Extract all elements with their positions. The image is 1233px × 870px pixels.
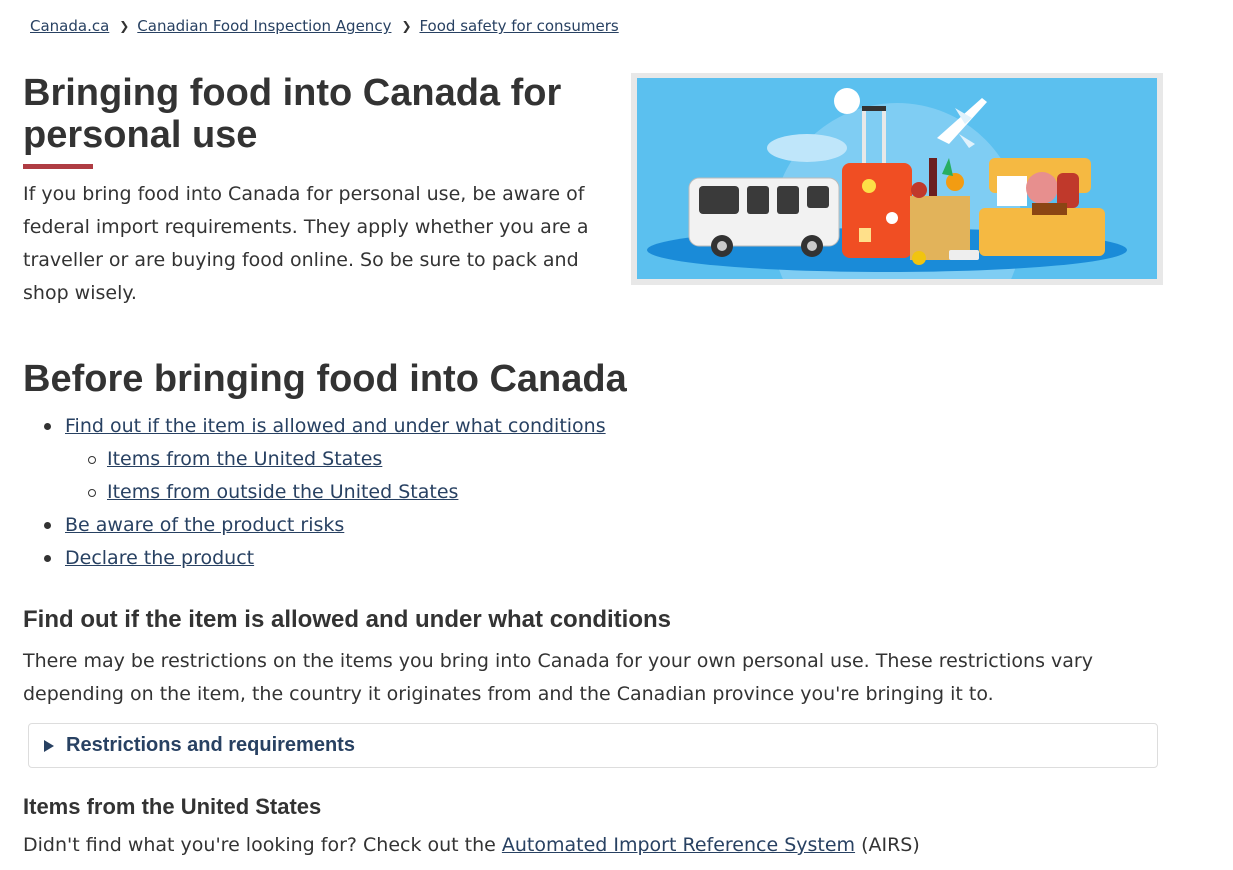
chevron-right-icon: ❯ (401, 19, 412, 33)
before-heading: Before bringing food into Canada (23, 358, 627, 400)
toc-link-outside-us[interactable]: Items from outside the United States (107, 481, 458, 503)
toc-item: Be aware of the product risks (23, 509, 606, 542)
airs-text-after: (AIRS) (855, 834, 920, 856)
airs-paragraph: Didn't find what you're looking for? Che… (23, 829, 920, 862)
toc-subitem: Items from the United States (23, 443, 606, 476)
circle-bullet-icon (88, 489, 96, 497)
travel-food-illustration (637, 78, 1157, 279)
airs-text-before: Didn't find what you're looking for? Che… (23, 834, 502, 856)
allowed-heading: Find out if the item is allowed and unde… (23, 606, 672, 633)
toc-link-declare[interactable]: Declare the product (65, 547, 254, 569)
bullet-icon (44, 555, 51, 562)
toc-link-allowed[interactable]: Find out if the item is allowed and unde… (65, 415, 606, 437)
allowed-paragraph: There may be restrictions on the items y… (23, 650, 1093, 705)
intro-paragraph: If you bring food into Canada for person… (23, 183, 589, 304)
breadcrumb-link-cfia[interactable]: Canadian Food Inspection Agency (137, 17, 391, 35)
triangle-right-icon (44, 739, 54, 752)
airs-link[interactable]: Automated Import Reference System (502, 834, 855, 856)
details-summary[interactable]: Restrictions and requirements (66, 734, 355, 757)
camper-van-icon (688, 177, 840, 257)
chevron-right-icon: ❯ (119, 19, 130, 33)
us-heading: Items from the United States (23, 794, 322, 819)
breadcrumb: Canada.ca ❯ Canadian Food Inspection Age… (30, 15, 619, 37)
bullet-icon (44, 522, 51, 529)
page-title: Bringing food into Canada for personal u… (23, 72, 562, 156)
toc-link-us[interactable]: Items from the United States (107, 448, 382, 470)
toc-subitem: Items from outside the United States (23, 476, 606, 509)
title-underline (23, 164, 93, 169)
hero-image (631, 73, 1163, 285)
breadcrumb-link-food-safety[interactable]: Food safety for consumers (419, 17, 618, 35)
restrictions-details-toggle[interactable]: Restrictions and requirements (28, 723, 1158, 768)
circle-bullet-icon (88, 456, 96, 464)
toc-item: Find out if the item is allowed and unde… (23, 410, 606, 443)
table-of-contents: Find out if the item is allowed and unde… (23, 410, 606, 575)
breadcrumb-link-canada[interactable]: Canada.ca (30, 17, 109, 35)
bullet-icon (44, 423, 51, 430)
toc-link-risks[interactable]: Be aware of the product risks (65, 514, 344, 536)
toc-item: Declare the product (23, 542, 606, 575)
